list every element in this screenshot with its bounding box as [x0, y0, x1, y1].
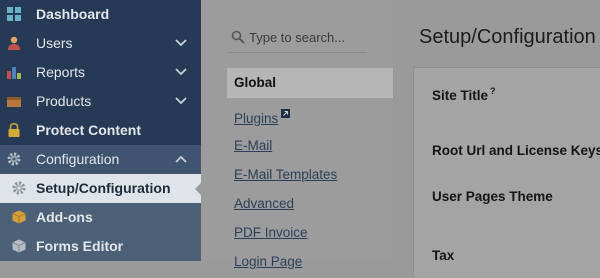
sidebar-item-forms-editor[interactable]: Forms Editor [0, 232, 201, 261]
sidebar-item-configuration[interactable]: Configuration [0, 145, 201, 174]
chevron-down-icon[interactable] [175, 39, 187, 47]
products-icon [7, 97, 21, 107]
cube-icon [12, 239, 26, 253]
sidebar-item-label: Add-ons [36, 209, 93, 225]
sidebar-item-users[interactable]: Users [0, 29, 201, 58]
field-label-user-pages-theme: User Pages Theme [432, 189, 553, 204]
search-icon [231, 30, 245, 44]
sidebar-item-label: Products [36, 93, 92, 109]
page-title: Setup/Configuration : [419, 26, 600, 48]
external-link-icon [281, 109, 291, 118]
sidebar-item-protect-content[interactable]: Protect Content [0, 116, 201, 145]
gear-icon [7, 152, 21, 166]
tab-pdf-invoice[interactable]: PDF Invoice [234, 225, 308, 240]
tab-search [229, 22, 367, 53]
tab-email[interactable]: E-Mail [234, 138, 272, 153]
site-title-label: Site Title [432, 88, 489, 103]
chevron-up-icon[interactable] [175, 155, 187, 163]
field-label-site-title: Site Title? [432, 86, 496, 103]
sidebar-item-label: Forms Editor [36, 238, 124, 254]
sidebar-item-label: Protect Content [36, 122, 141, 138]
sidebar-item-label: Dashboard [36, 6, 110, 22]
reports-icon [7, 67, 21, 79]
sidebar-item-reports[interactable]: Reports [0, 58, 201, 87]
sidebar-item-label: Reports [36, 64, 86, 80]
box-icon [12, 210, 26, 224]
chevron-down-icon[interactable] [175, 68, 187, 76]
tab-global[interactable]: Global [227, 68, 393, 98]
sidebar-item-dashboard[interactable]: Dashboard [0, 0, 201, 29]
lock-icon [8, 123, 20, 137]
tab-plugins-label: Plugins [234, 111, 279, 126]
field-label-root-url: Root Url and License Keys [432, 143, 600, 158]
settings-tabs: Global Plugins E-Mail E-Mail Templates A… [201, 0, 393, 269]
dashboard-icon [7, 7, 21, 21]
sidebar-item-label: Configuration [36, 151, 120, 167]
help-icon[interactable]: ? [490, 86, 496, 96]
sidebar: Dashboard Users Reports Products Protect… [0, 0, 202, 261]
search-input[interactable] [249, 27, 363, 47]
users-icon [8, 36, 20, 50]
tab-plugins[interactable]: Plugins [234, 109, 291, 126]
sidebar-item-products[interactable]: Products [0, 87, 201, 116]
tab-advanced[interactable]: Advanced [234, 196, 294, 211]
sidebar-item-add-ons[interactable]: Add-ons [0, 203, 201, 232]
chevron-down-icon[interactable] [175, 97, 187, 105]
tab-login-page[interactable]: Login Page [234, 254, 302, 269]
tab-global-label: Global [234, 75, 277, 90]
main-content: Setup/Configuration : Site Title? Root U… [393, 0, 600, 278]
gear-icon [12, 181, 26, 195]
sidebar-item-setup-configuration[interactable]: Setup/Configuration [0, 174, 202, 203]
tab-email-templates[interactable]: E-Mail Templates [234, 167, 337, 182]
sidebar-item-label: Setup/Configuration [36, 180, 171, 196]
sidebar-item-label: Users [36, 35, 73, 51]
